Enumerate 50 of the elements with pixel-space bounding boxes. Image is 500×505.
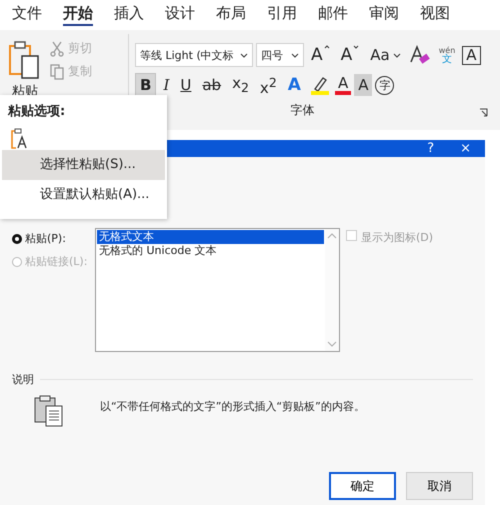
paste-option-radio[interactable]: 粘贴(P): (12, 231, 89, 246)
change-case-button[interactable]: Aa (366, 44, 405, 66)
format-list-item[interactable]: 无格式的 Unicode 文本 (97, 244, 324, 258)
ribbon-tab[interactable]: 设计 (165, 0, 216, 30)
title-bar-button[interactable]: ? (423, 140, 438, 157)
phonetic-guide-button[interactable]: wén 文 (434, 45, 460, 65)
ribbon-tab[interactable]: 邮件 (318, 0, 369, 30)
ribbon-tab[interactable]: 视图 (420, 0, 471, 30)
ribbon-tab[interactable]: 引用 (267, 0, 318, 30)
text-effects-button[interactable]: A (284, 74, 305, 96)
caret-icon (353, 45, 360, 49)
menu-item[interactable]: 选择性粘贴(S)... (2, 150, 165, 180)
character-border-button[interactable]: A (462, 46, 481, 64)
ribbon-tab[interactable]: 布局 (216, 0, 267, 30)
character-shading-button[interactable]: A (354, 74, 372, 96)
format-button[interactable]: B (135, 73, 156, 97)
chevron-icon (291, 52, 299, 58)
strikethrough-button[interactable]: ab (198, 74, 226, 96)
result-description: 以“不带任何格式的文字”的形式插入“剪贴板”的内容。 (100, 399, 365, 414)
paste-text-icon[interactable] (10, 128, 28, 150)
menu-heading: 粘贴选项: (6, 103, 66, 120)
enclose-characters-button[interactable]: 字 (375, 76, 394, 94)
clipboard-icon[interactable] (8, 40, 42, 80)
clear-formatting-icon[interactable] (408, 44, 432, 66)
scissors-icon (50, 40, 64, 56)
group-label: 字体 (290, 102, 314, 119)
dialog-button[interactable]: 取消 (406, 472, 473, 500)
format-list-item[interactable]: 无格式文本 (97, 230, 324, 244)
font-size-dropdown[interactable]: 四号 (256, 43, 304, 67)
format-button[interactable]: x$^{2}$ (256, 72, 281, 98)
ribbon-tab[interactable]: 开始 (63, 0, 114, 30)
font-name-dropdown[interactable]: 等线 Light (中文标 (135, 43, 253, 67)
launcher-icon[interactable] (479, 108, 488, 117)
section-heading: 说明 (12, 372, 34, 387)
title-bar-button[interactable]: × (456, 140, 475, 157)
format-list[interactable]: 无格式文本 无格式的 Unicode 文本 (95, 228, 340, 352)
copy-icon (50, 64, 64, 80)
shrink-font-button[interactable]: A (336, 44, 364, 66)
chevron-icon (240, 52, 248, 58)
ribbon-tab[interactable]: 审阅 (369, 0, 420, 30)
menu-item[interactable]: 设置默认粘贴(A)... (2, 180, 165, 210)
grow-font-button[interactable]: A (307, 44, 334, 66)
dialog-button[interactable]: 确定 (329, 472, 396, 500)
ribbon-tab[interactable]: 插入 (114, 0, 165, 30)
scroll-bar[interactable] (325, 229, 339, 351)
format-button[interactable]: x$_{2}$ (228, 72, 253, 98)
italic-button[interactable]: I (159, 74, 174, 96)
caret-icon (324, 45, 330, 49)
ribbon-tab[interactable]: 文件 (12, 0, 63, 30)
underline-button[interactable]: U (176, 74, 196, 96)
